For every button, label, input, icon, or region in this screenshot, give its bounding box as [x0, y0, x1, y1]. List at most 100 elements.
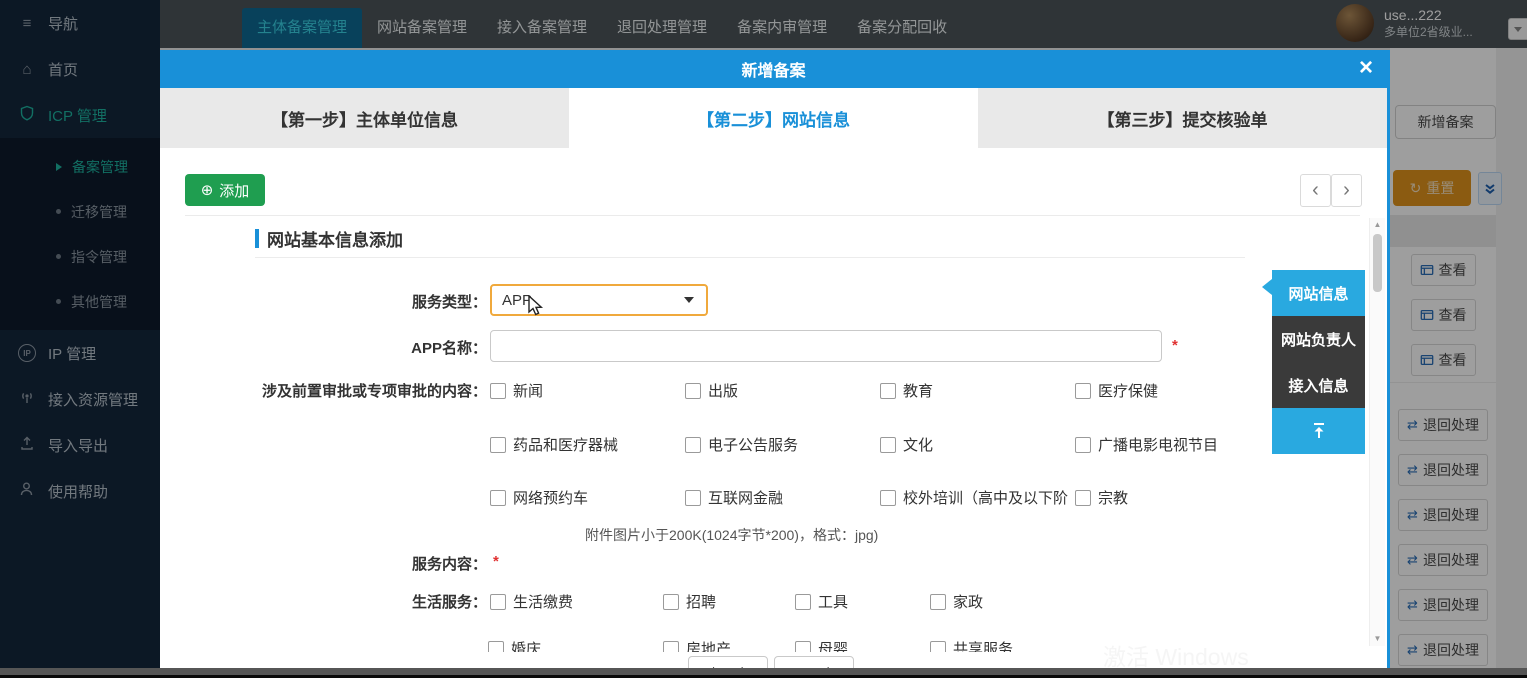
checkbox-label: 教育: [903, 380, 933, 401]
app-name-label: APP名称：: [277, 337, 487, 358]
checkbox-icon[interactable]: [490, 383, 506, 399]
checkbox-label: 宗教: [1098, 487, 1128, 508]
checkbox-icon[interactable]: [1075, 437, 1091, 453]
preapproval-option[interactable]: 教育: [880, 380, 933, 401]
preapproval-option[interactable]: 药品和医疗器械: [490, 434, 618, 455]
step-tab-2-website-info[interactable]: 【第二步】网站信息: [569, 88, 978, 148]
pointer-left-icon: [1262, 279, 1272, 295]
checkbox-icon[interactable]: [880, 383, 896, 399]
scroll-down-icon[interactable]: ▼: [1374, 632, 1382, 646]
preapproval-option[interactable]: 校外培训（高中及以下阶: [880, 487, 1068, 508]
service-type-select[interactable]: APP: [490, 284, 708, 316]
mouse-cursor: [527, 295, 547, 322]
life-service-option[interactable]: 房地产: [663, 638, 731, 652]
anchor-tabs: 网站信息 网站负责人 接入信息: [1272, 270, 1365, 454]
life-service-option[interactable]: 母婴: [795, 638, 848, 652]
checkbox-label: 广播电影电视节目: [1098, 434, 1218, 455]
scrollbar-thumb[interactable]: [1373, 234, 1382, 292]
step-tab-3-submit-checklist[interactable]: 【第三步】提交核验单: [978, 88, 1387, 148]
checkbox-label: 校外培训（高中及以下阶: [903, 487, 1068, 508]
checkbox-label: 网络预约车: [513, 487, 588, 508]
checkbox-icon[interactable]: [490, 490, 506, 506]
anchor-tab-website-contact[interactable]: 网站负责人: [1272, 316, 1365, 362]
plus-circle-icon: ⊕: [201, 181, 214, 199]
checkbox-label: 新闻: [513, 380, 543, 401]
anchor-tab-label: 网站负责人: [1281, 329, 1356, 350]
section-title-text: 网站基本信息添加: [267, 226, 403, 251]
checkbox-icon[interactable]: [795, 641, 811, 653]
checkbox-icon[interactable]: [930, 641, 946, 653]
chevron-down-icon: [684, 297, 694, 303]
preapproval-option[interactable]: 广播电影电视节目: [1075, 434, 1218, 455]
life-service-option[interactable]: 生活缴费: [490, 591, 573, 612]
checkbox-icon[interactable]: [685, 490, 701, 506]
required-mark: *: [1172, 337, 1178, 354]
step-tab-1-subject-info[interactable]: 【第一步】主体单位信息: [160, 88, 569, 148]
preapproval-option[interactable]: 网络预约车: [490, 487, 588, 508]
checkbox-label: 房地产: [686, 638, 731, 652]
checkbox-icon[interactable]: [663, 594, 679, 610]
next-page-button[interactable]: ›: [1331, 174, 1362, 207]
checkbox-icon[interactable]: [880, 490, 896, 506]
close-icon[interactable]: ×: [1359, 54, 1373, 82]
modal-title: 新增备案: [741, 57, 805, 81]
checkbox-icon[interactable]: [490, 437, 506, 453]
checkbox-icon[interactable]: [488, 641, 504, 653]
checkbox-icon[interactable]: [685, 437, 701, 453]
life-service-option[interactable]: 婚庆: [488, 638, 541, 652]
checkbox-icon[interactable]: [685, 383, 701, 399]
checkbox-icon[interactable]: [1075, 383, 1091, 399]
anchor-tab-label: 接入信息: [1288, 375, 1348, 396]
checkbox-icon[interactable]: [795, 594, 811, 610]
preapproval-option[interactable]: 医疗保健: [1075, 380, 1158, 401]
checkbox-label: 生活缴费: [513, 591, 573, 612]
anchor-tab-label: 网站信息: [1288, 283, 1348, 304]
modal-scrollbar[interactable]: ▲ ▼: [1369, 218, 1385, 646]
checkbox-icon[interactable]: [490, 594, 506, 610]
prev-page-button[interactable]: ‹: [1300, 174, 1331, 207]
life-service-option[interactable]: 共享服务: [930, 638, 1013, 652]
checkbox-label: 电子公告服务: [708, 434, 798, 455]
divider: [255, 257, 1245, 258]
step-tabs: 【第一步】主体单位信息 【第二步】网站信息 【第三步】提交核验单: [160, 88, 1387, 148]
preapproval-option[interactable]: 文化: [880, 434, 933, 455]
preapproval-option[interactable]: 新闻: [490, 380, 543, 401]
app-name-input[interactable]: [490, 330, 1162, 362]
back-to-top-icon: [1308, 420, 1330, 442]
divider: [185, 215, 1360, 216]
checkbox-label: 文化: [903, 434, 933, 455]
life-service-option[interactable]: 家政: [930, 591, 983, 612]
anchor-tab-website-info[interactable]: 网站信息: [1272, 270, 1365, 316]
anchor-tab-access-info[interactable]: 接入信息: [1272, 362, 1365, 408]
life-service-label: 生活服务：: [277, 591, 487, 612]
checkbox-label: 招聘: [686, 591, 716, 612]
attachment-note: 附件图片小于200K(1024字节*200)，格式：jpg): [585, 525, 878, 545]
back-to-top-button[interactable]: [1272, 408, 1365, 454]
checkbox-icon[interactable]: [930, 594, 946, 610]
life-service-option[interactable]: 招聘: [663, 591, 716, 612]
preapproval-option[interactable]: 互联网金融: [685, 487, 783, 508]
preapproval-option[interactable]: 电子公告服务: [685, 434, 798, 455]
checkbox-label: 医疗保健: [1098, 380, 1158, 401]
service-type-label: 服务类型：: [277, 291, 487, 312]
add-label: 添加: [219, 180, 249, 201]
checkbox-label: 互联网金融: [708, 487, 783, 508]
checkbox-label: 工具: [818, 591, 848, 612]
preapproval-option[interactable]: 宗教: [1075, 487, 1128, 508]
checkbox-icon[interactable]: [663, 641, 679, 653]
checkbox-label: 药品和医疗器械: [513, 434, 618, 455]
checkbox-icon[interactable]: [880, 437, 896, 453]
add-button[interactable]: ⊕ 添加: [185, 174, 265, 206]
checkbox-icon[interactable]: [1075, 490, 1091, 506]
service-content-label: 服务内容：: [277, 553, 487, 574]
accent-bar: [255, 229, 259, 248]
preapproval-label: 涉及前置审批或专项审批的内容：: [200, 380, 487, 401]
checkbox-label: 婚庆: [511, 638, 541, 652]
life-service-option[interactable]: 工具: [795, 591, 848, 612]
bottom-bar: [0, 668, 1527, 675]
checkbox-label: 出版: [708, 380, 738, 401]
preapproval-option[interactable]: 出版: [685, 380, 738, 401]
modal-header: 新增备案 ×: [160, 50, 1387, 88]
screen: ≡ 导航 ⌂ 首页 ICP 管理 备案管理 迁移管理: [0, 0, 1527, 678]
scroll-up-icon[interactable]: ▲: [1374, 218, 1382, 232]
